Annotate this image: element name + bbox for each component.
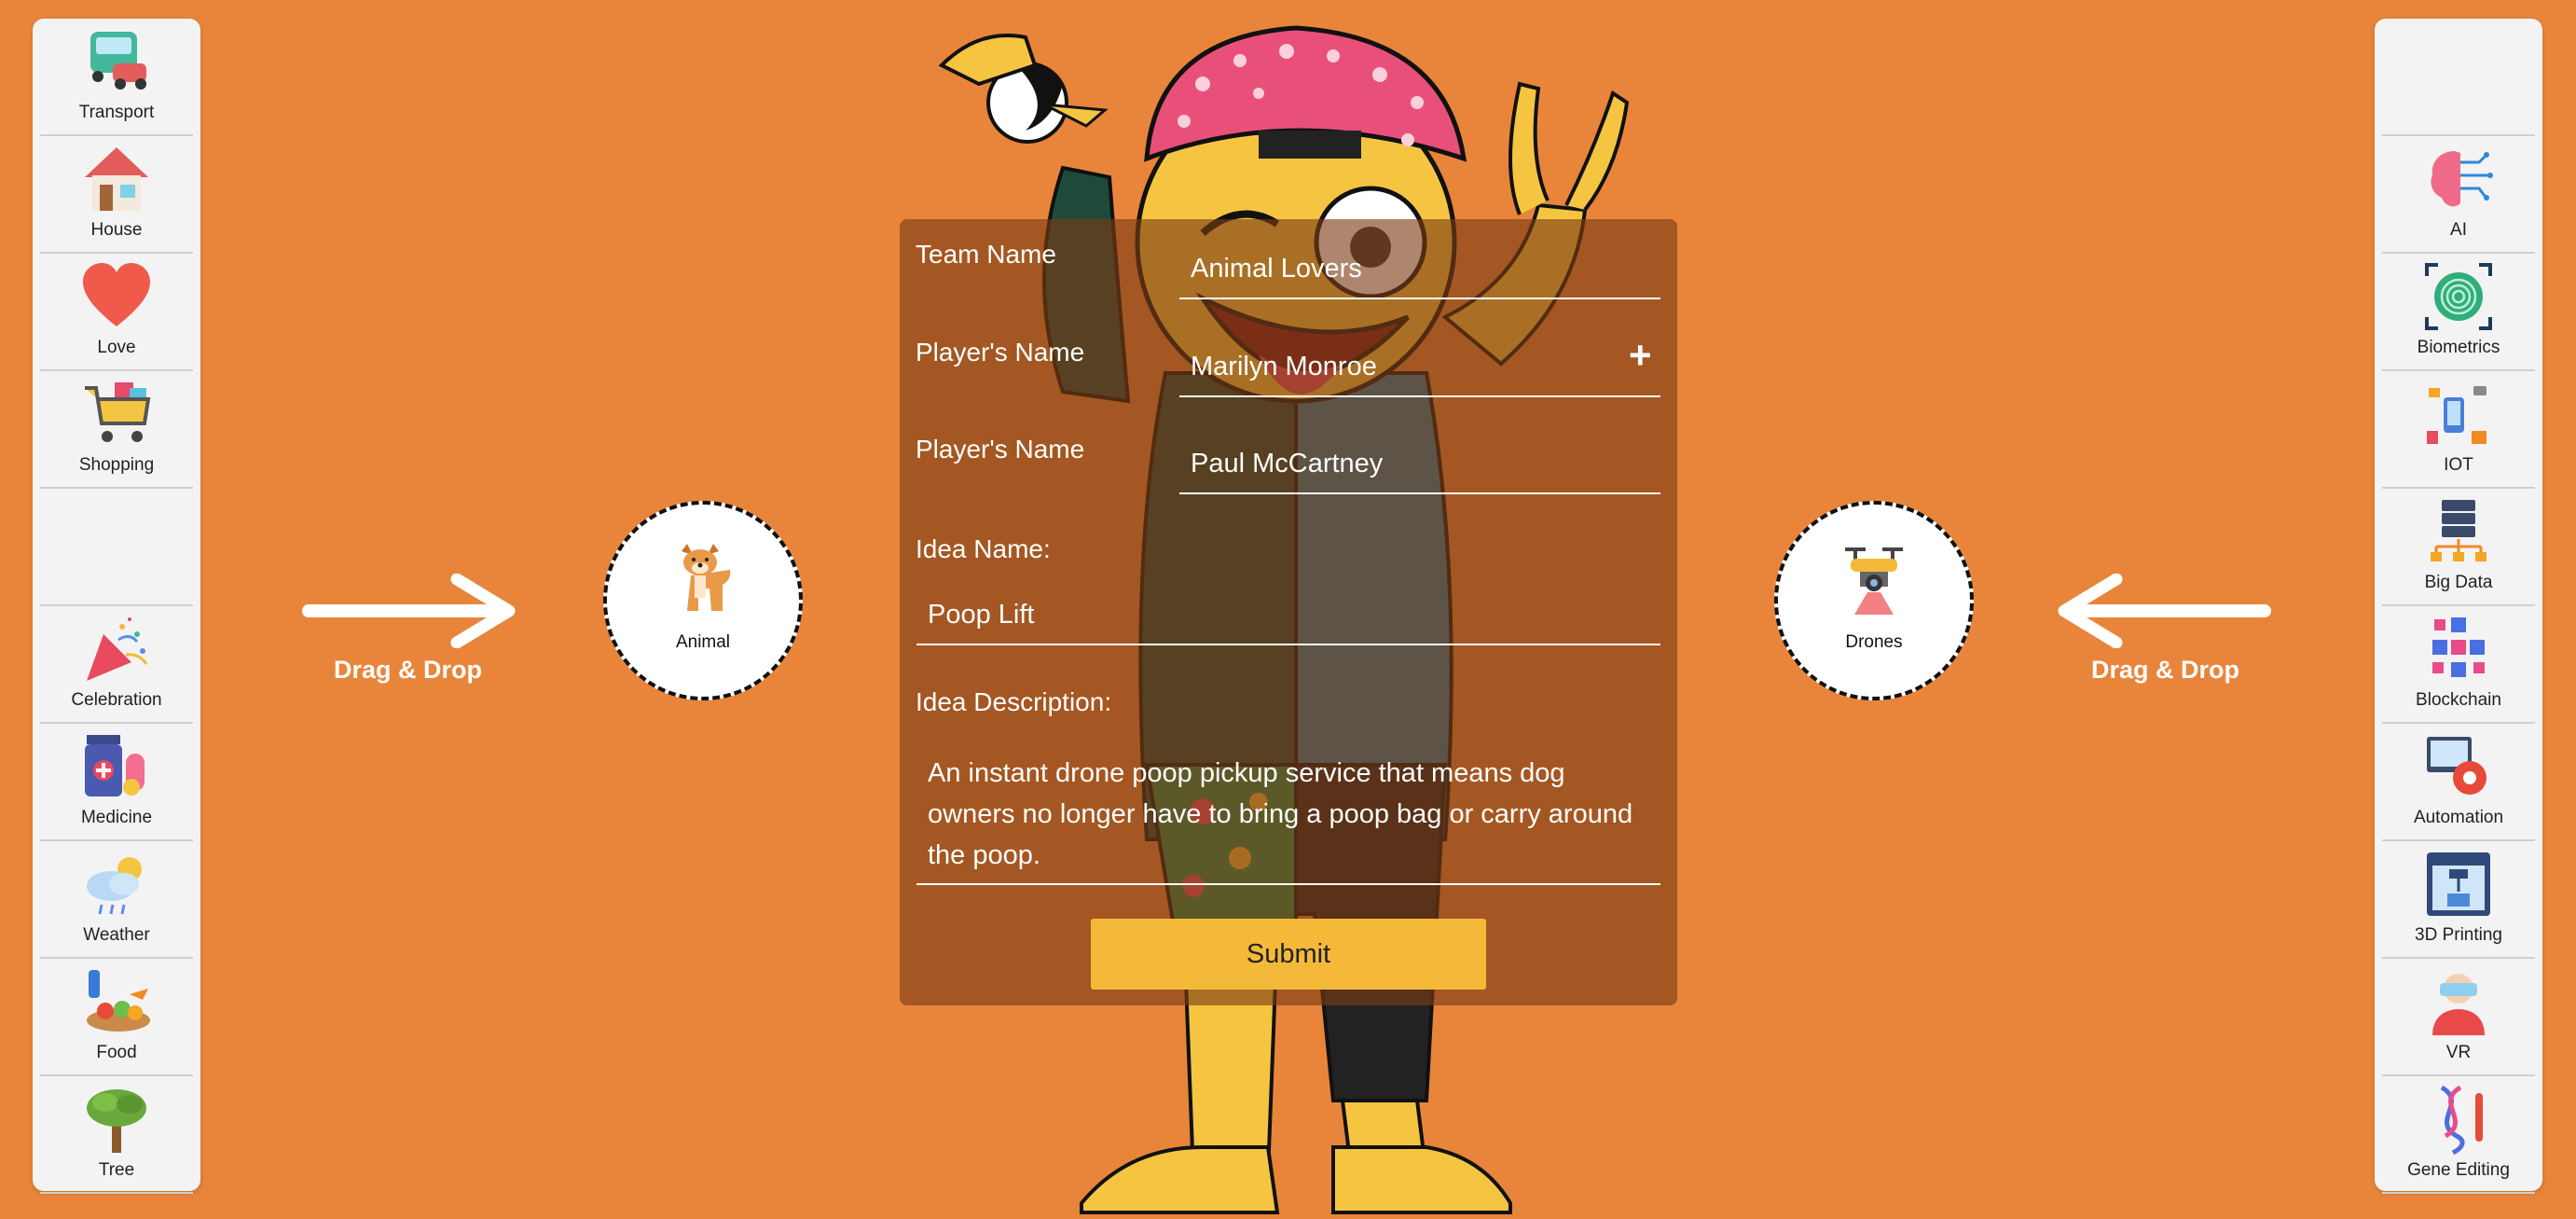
left-category-panel: Transport House Love Shopping Celebratio…: [33, 19, 200, 1194]
dog-icon: [682, 544, 731, 611]
iot-icon: [2427, 386, 2486, 444]
category-food[interactable]: Food: [33, 959, 200, 1076]
category-blockchain[interactable]: Blockchain: [2375, 606, 2542, 724]
category-iot[interactable]: IOT: [2375, 371, 2542, 489]
category-label: Biometrics: [2417, 338, 2500, 357]
category-3d-printing[interactable]: 3D Printing: [2375, 841, 2542, 959]
add-player-button[interactable]: +: [1629, 333, 1652, 378]
category-house[interactable]: House: [33, 136, 200, 254]
category-label: Automation: [2413, 808, 2504, 827]
drop-zone-label: Animal: [675, 632, 731, 652]
arrow-left-icon: [2058, 574, 2271, 648]
divider: [2382, 1192, 2535, 1194]
team-name-label: Team Name: [916, 240, 1056, 269]
category-shopping[interactable]: Shopping: [33, 371, 200, 489]
category-medicine[interactable]: Medicine: [33, 724, 200, 841]
category-weather[interactable]: Weather: [33, 841, 200, 959]
category-label: IOT: [2444, 455, 2473, 475]
category-label: Love: [97, 338, 136, 357]
vr-headset-icon: [2432, 974, 2485, 1035]
shopping-cart-icon: [85, 382, 151, 442]
tree-icon: [87, 1089, 146, 1153]
drag-drop-hint-right: Drag & Drop: [2091, 656, 2240, 684]
fingerprint-icon: [2425, 263, 2492, 330]
weather-icon: [87, 857, 142, 915]
ai-brain-icon: [2431, 151, 2493, 207]
category-automation[interactable]: Automation: [2375, 724, 2542, 841]
idea-description-input[interactable]: An instant drone poop pickup service tha…: [916, 743, 1660, 885]
house-icon: [85, 147, 148, 211]
idea-name-value: Poop Lift: [928, 600, 1035, 630]
category-label: Shopping: [78, 455, 155, 475]
transport-icon: [90, 32, 146, 90]
right-category-panel: AI Biometrics IOT Big Data Blockchain Au…: [2375, 19, 2542, 1194]
category-biometrics[interactable]: Biometrics: [2375, 254, 2542, 371]
category-label: Celebration: [71, 690, 162, 710]
player-name-input-1[interactable]: Marilyn Monroe: [1179, 338, 1660, 397]
category-label: VR: [2445, 1043, 2472, 1062]
drop-zone-left[interactable]: Animal: [603, 501, 803, 700]
category-vr[interactable]: VR: [2375, 959, 2542, 1076]
category-label: Medicine: [80, 808, 153, 827]
category-tree[interactable]: Tree: [33, 1076, 200, 1194]
blockchain-icon: [2432, 617, 2485, 677]
category-celebration[interactable]: Celebration: [33, 606, 200, 724]
heart-icon: [83, 263, 150, 326]
category-gene-editing[interactable]: Gene Editing: [2375, 1076, 2542, 1194]
idea-form: Team Name Animal Lovers Player's Name Ma…: [900, 219, 1677, 1005]
player-name-input-2[interactable]: Paul McCartney: [1179, 435, 1660, 494]
idea-description-value: An instant drone poop pickup service tha…: [928, 758, 1633, 870]
drop-zone-right[interactable]: Drones: [1774, 501, 1974, 700]
player-name-value-2: Paul McCartney: [1191, 449, 1384, 478]
idea-name-label: Idea Name:: [916, 534, 1051, 563]
category-ai[interactable]: AI: [2375, 136, 2542, 254]
player-name-label-1: Player's Name: [916, 338, 1085, 367]
party-popper-icon: [87, 617, 148, 681]
category-label: Weather: [83, 925, 150, 945]
dna-icon: [2440, 1085, 2483, 1155]
medicine-icon: [85, 735, 145, 797]
drag-drop-hint-left: Drag & Drop: [334, 656, 483, 684]
category-label: Tree: [98, 1160, 135, 1180]
food-icon: [87, 970, 150, 1032]
category-label: Gene Editing: [2407, 1160, 2510, 1180]
category-label: Food: [96, 1043, 137, 1062]
category-love[interactable]: Love: [33, 254, 200, 371]
category-empty-slot[interactable]: [33, 489, 200, 606]
3d-printer-icon: [2427, 852, 2490, 916]
team-name-input[interactable]: Animal Lovers: [1179, 240, 1660, 299]
submit-button[interactable]: Submit: [1091, 919, 1486, 990]
divider: [40, 1192, 193, 1194]
team-name-value: Animal Lovers: [1191, 254, 1362, 284]
idea-name-input[interactable]: Poop Lift: [916, 578, 1660, 645]
drone-icon: [1845, 547, 1903, 615]
category-label: Transport: [78, 103, 155, 122]
category-empty-slot[interactable]: [2375, 19, 2542, 136]
player-name-label-2: Player's Name: [916, 435, 1085, 464]
automation-icon: [2427, 737, 2486, 795]
server-stack-icon: [2431, 500, 2486, 561]
category-label: 3D Printing: [2415, 925, 2502, 945]
category-label: Big Data: [2424, 573, 2493, 592]
drop-zone-label: Drones: [1845, 632, 1903, 652]
category-label: House: [90, 220, 143, 240]
category-big-data[interactable]: Big Data: [2375, 489, 2542, 606]
arrow-right-icon: [302, 574, 516, 648]
category-label: AI: [2450, 220, 2467, 240]
category-transport[interactable]: Transport: [33, 19, 200, 136]
player-name-value-1: Marilyn Monroe: [1191, 352, 1377, 381]
category-label: Blockchain: [2416, 690, 2501, 710]
idea-description-label: Idea Description:: [916, 687, 1112, 716]
